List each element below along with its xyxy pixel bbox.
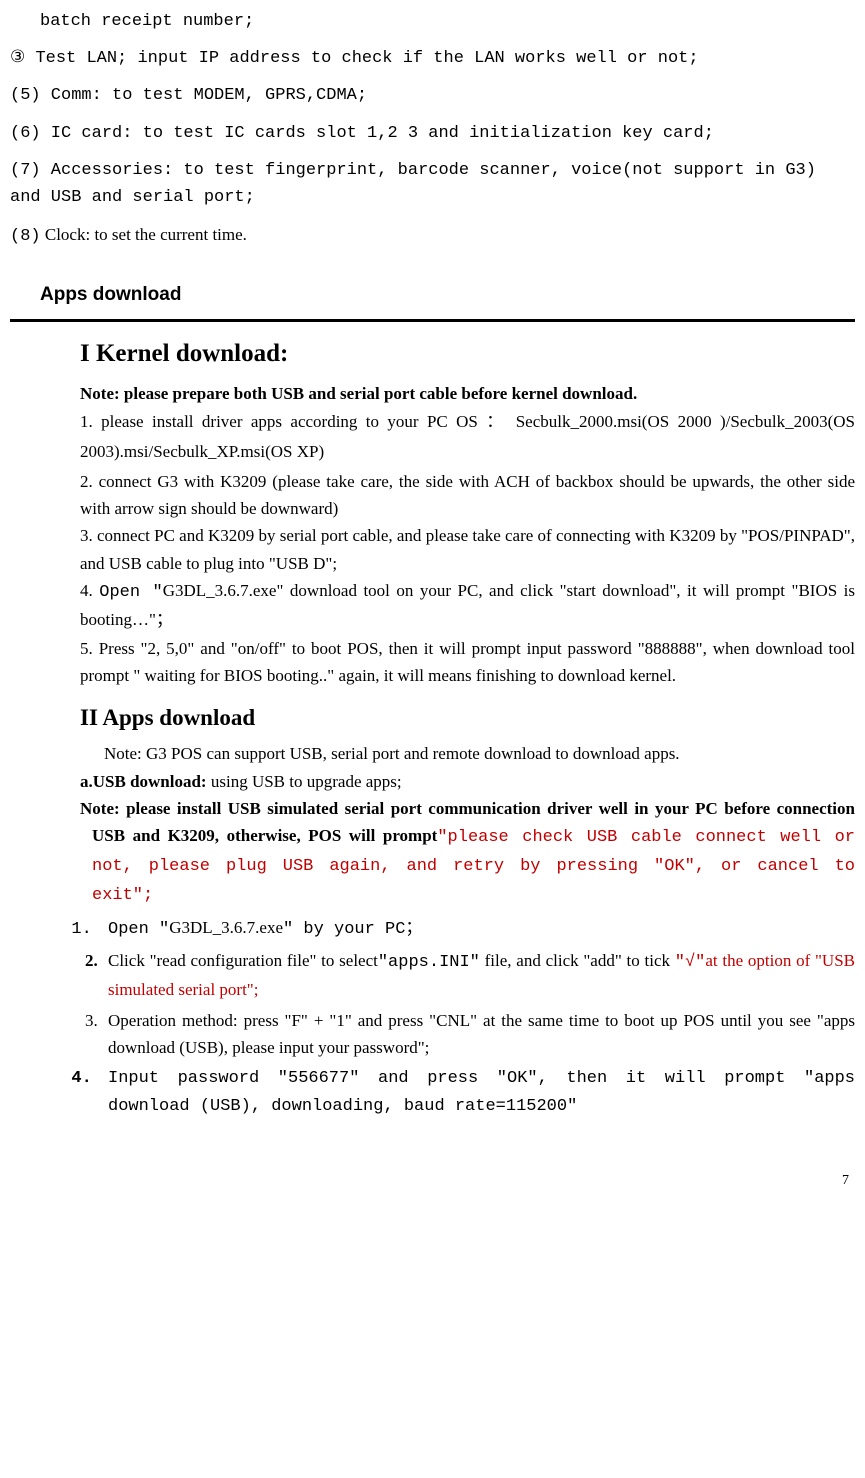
kernel-download-heading: I Kernel download: — [80, 334, 855, 374]
item-6-ic-card: (6) IC card: to test IC cards slot 1,2 3… — [10, 120, 855, 147]
kernel-step-3: 3. connect PC and K3209 by serial port c… — [80, 522, 855, 576]
test-lan-line: ③ Test LAN; input IP address to check if… — [10, 45, 855, 72]
usb-step-1: Open "G3DL_3.6.7.exe" by your PC； — [102, 914, 855, 943]
item-8-body: Clock: to set the current time. — [41, 225, 247, 244]
kernel-note: Note: please prepare both USB and serial… — [80, 380, 855, 407]
usb-download-desc: using USB to upgrade apps; — [211, 772, 402, 791]
usb-step-2: Click "read configuration file" to selec… — [102, 947, 855, 1003]
page-number: 7 — [10, 1170, 855, 1192]
usb-download-line: a.USB download: using USB to upgrade app… — [80, 768, 855, 795]
item-5-comm: (5) Comm: to test MODEM, GPRS,CDMA; — [10, 82, 855, 109]
usb-driver-note: Note: please install USB simulated seria… — [80, 795, 855, 910]
section-divider — [10, 319, 855, 322]
kernel-step-2: 2. connect G3 with K3209 (please take ca… — [80, 468, 855, 522]
apps-download-heading: II Apps download — [80, 700, 855, 737]
usb-download-label: a.USB download: — [80, 772, 211, 791]
kernel-step-5: 5. Press "2, 5,0" and "on/off" to boot P… — [80, 635, 855, 689]
kernel-step-4: 4. Open "G3DL_3.6.7.exe" download tool o… — [80, 577, 855, 635]
batch-receipt-line: batch receipt number; — [10, 8, 855, 35]
usb-step-4: Input password "556677" and press "OK", … — [102, 1065, 855, 1119]
apps-note: Note: G3 POS can support USB, serial por… — [80, 740, 855, 767]
usb-steps-list: Open "G3DL_3.6.7.exe" by your PC； Click … — [80, 914, 855, 1120]
item-8-clock: (8) Clock: to set the current time. — [10, 221, 855, 250]
section-apps-download: Apps download — [40, 280, 855, 310]
kernel-step-1: 1. please install driver apps according … — [80, 407, 855, 468]
usb-step-3: Operation method: press "F" + "1" and pr… — [102, 1007, 855, 1061]
item-8-prefix: (8) — [10, 227, 41, 246]
item-7-accessories: (7) Accessories: to test fingerprint, ba… — [10, 157, 855, 211]
